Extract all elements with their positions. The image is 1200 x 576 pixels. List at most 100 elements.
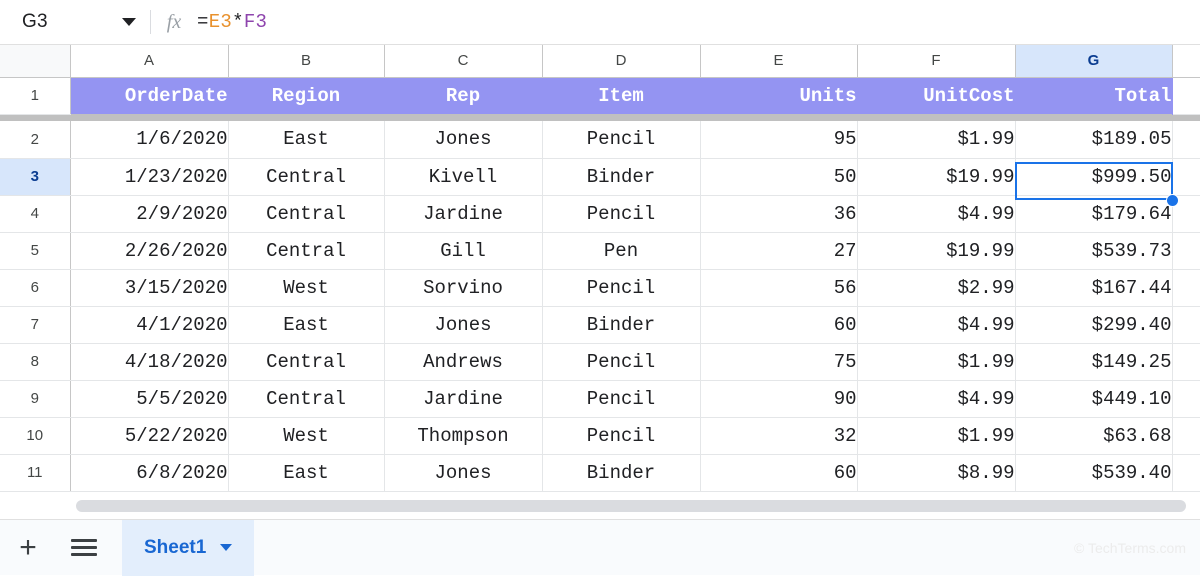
cell-c7[interactable]: Jones [384,306,543,344]
row-header-9[interactable]: 9 [0,380,71,418]
name-box[interactable]: G3 [0,0,150,45]
header-cell-unitcost[interactable]: UnitCost [857,77,1016,114]
cell-e4[interactable]: 36 [700,195,858,233]
chevron-down-icon[interactable] [122,18,136,26]
cell-b8[interactable]: Central [228,343,385,381]
row-header-6[interactable]: 6 [0,269,71,307]
select-all-corner[interactable] [0,45,71,78]
fill-handle[interactable] [1166,194,1179,207]
cell-g6[interactable]: $167.44 [1015,269,1173,307]
cell-a3[interactable]: 1/23/2020 [70,158,229,196]
cell-h8[interactable] [1172,343,1200,381]
cell-g10[interactable]: $63.68 [1015,417,1173,455]
cell-d2[interactable]: Pencil [542,121,701,159]
cell-b2[interactable]: East [228,121,385,159]
cell-e8[interactable]: 75 [700,343,858,381]
cell-f3[interactable]: $19.99 [857,158,1016,196]
cell-f6[interactable]: $2.99 [857,269,1016,307]
cell-c10[interactable]: Thompson [384,417,543,455]
cell-e9[interactable]: 90 [700,380,858,418]
header-cell-total[interactable]: Total [1015,77,1173,114]
cell-b4[interactable]: Central [228,195,385,233]
cell-c5[interactable]: Gill [384,232,543,270]
cell-f7[interactable]: $4.99 [857,306,1016,344]
cell-h2[interactable] [1172,121,1200,159]
cell-h11[interactable] [1172,454,1200,492]
cell-c3[interactable]: Kivell [384,158,543,196]
cell-c6[interactable]: Sorvino [384,269,543,307]
column-header-f[interactable]: F [857,45,1016,78]
cell-e10[interactable]: 32 [700,417,858,455]
cell-e7[interactable]: 60 [700,306,858,344]
column-header-a[interactable]: A [70,45,229,78]
cell-e3[interactable]: 50 [700,158,858,196]
cell-d6[interactable]: Pencil [542,269,701,307]
row-header-1[interactable]: 1 [0,77,71,115]
cell-g8[interactable]: $149.25 [1015,343,1173,381]
cell-d11[interactable]: Binder [542,454,701,492]
cell-f4[interactable]: $4.99 [857,195,1016,233]
cell-g9[interactable]: $449.10 [1015,380,1173,418]
cell-c11[interactable]: Jones [384,454,543,492]
cell-g11[interactable]: $539.40 [1015,454,1173,492]
cell-d7[interactable]: Binder [542,306,701,344]
cell-a2[interactable]: 1/6/2020 [70,121,229,159]
cell-d3[interactable]: Binder [542,158,701,196]
cell-g7[interactable]: $299.40 [1015,306,1173,344]
cell-b10[interactable]: West [228,417,385,455]
spreadsheet-grid[interactable]: A B C D E F G 1 OrderDate Region Rep Item Units UnitC… [0,45,1200,495]
cell-h10[interactable] [1172,417,1200,455]
cell-g5[interactable]: $539.73 [1015,232,1173,270]
cell-d8[interactable]: Pencil [542,343,701,381]
cell-h5[interactable] [1172,232,1200,270]
cell-b3[interactable]: Central [228,158,385,196]
row-header-5[interactable]: 5 [0,232,71,270]
cell-f11[interactable]: $8.99 [857,454,1016,492]
cell-c4[interactable]: Jardine [384,195,543,233]
column-header-g[interactable]: G [1015,45,1173,78]
cell-b6[interactable]: West [228,269,385,307]
cell-e6[interactable]: 56 [700,269,858,307]
cell-b7[interactable]: East [228,306,385,344]
row-header-4[interactable]: 4 [0,195,71,233]
cell-h6[interactable] [1172,269,1200,307]
header-cell-region[interactable]: Region [228,77,385,114]
cell-d10[interactable]: Pencil [542,417,701,455]
cell-g3[interactable]: $999.50 [1015,158,1173,196]
cell-a5[interactable]: 2/26/2020 [70,232,229,270]
cell-h9[interactable] [1172,380,1200,418]
cell-e2[interactable]: 95 [700,121,858,159]
column-header-b[interactable]: B [228,45,385,78]
header-cell-units[interactable]: Units [700,77,858,114]
header-cell-item[interactable]: Item [542,77,701,114]
cell-h7[interactable] [1172,306,1200,344]
cell-f5[interactable]: $19.99 [857,232,1016,270]
cell-a10[interactable]: 5/22/2020 [70,417,229,455]
cell-e11[interactable]: 60 [700,454,858,492]
header-cell-orderdate[interactable]: OrderDate [70,77,229,114]
row-header-11[interactable]: 11 [0,454,71,492]
column-header-c[interactable]: C [384,45,543,78]
header-cell-rep[interactable]: Rep [384,77,543,114]
chevron-down-icon[interactable] [220,544,233,551]
row-header-7[interactable]: 7 [0,306,71,344]
cell-d4[interactable]: Pencil [542,195,701,233]
cell-g2[interactable]: $189.05 [1015,121,1173,159]
cell-a11[interactable]: 6/8/2020 [70,454,229,492]
cell-a7[interactable]: 4/1/2020 [70,306,229,344]
cell-a8[interactable]: 4/18/2020 [70,343,229,381]
column-header-e[interactable]: E [700,45,858,78]
cell-e5[interactable]: 27 [700,232,858,270]
row-header-10[interactable]: 10 [0,417,71,455]
row-header-3[interactable]: 3 [0,158,71,196]
cell-d9[interactable]: Pencil [542,380,701,418]
add-sheet-button[interactable]: + [0,520,56,576]
row-header-2[interactable]: 2 [0,121,71,159]
horizontal-scrollbar-thumb[interactable] [76,500,1186,512]
column-header-h[interactable] [1172,45,1200,78]
all-sheets-button[interactable] [56,520,112,576]
cell-c9[interactable]: Jardine [384,380,543,418]
cell-c8[interactable]: Andrews [384,343,543,381]
cell-f8[interactable]: $1.99 [857,343,1016,381]
cell-a9[interactable]: 5/5/2020 [70,380,229,418]
